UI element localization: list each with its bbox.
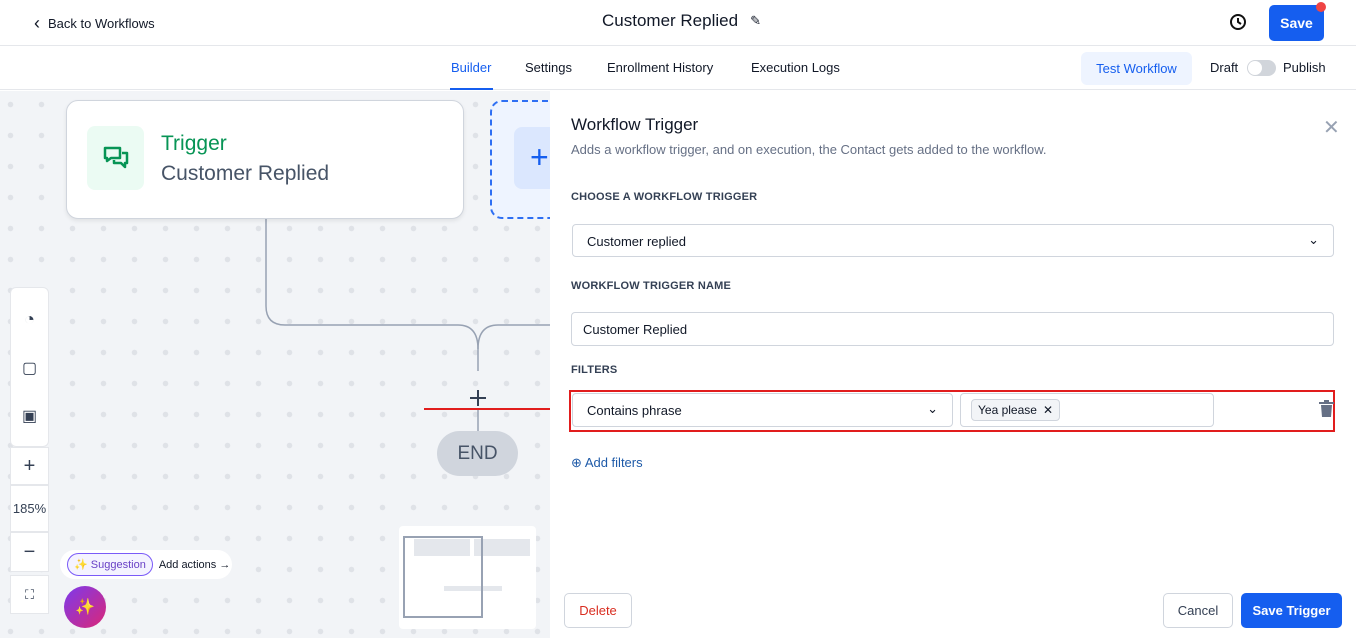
top-bar: ‹ Back to Workflows Customer Replied ✎ Sav…: [0, 0, 1356, 46]
back-label: Back to Workflows: [48, 16, 155, 31]
filter-value-input[interactable]: Yea please ✕: [960, 393, 1214, 427]
add-trigger-node[interactable]: +: [490, 100, 550, 219]
trigger-node[interactable]: Trigger Customer Replied: [66, 100, 464, 219]
panel-title: Workflow Trigger: [571, 115, 698, 135]
history-icon[interactable]: [1228, 12, 1248, 32]
zoom-out-button[interactable]: −: [10, 532, 49, 572]
end-node: END: [437, 431, 518, 476]
suggestion-label: Suggestion: [91, 559, 146, 571]
fit-screen-icon[interactable]: ⛶: [10, 575, 49, 614]
suggestion-pill[interactable]: ✨ Suggestion: [67, 553, 153, 576]
filter-type-value: Contains phrase: [587, 403, 682, 418]
canvas-tools: ◔ ▢ ▣: [10, 287, 49, 447]
filters-label: FILTERS: [571, 364, 617, 376]
minimap[interactable]: [399, 526, 536, 629]
close-icon[interactable]: ✕: [1323, 115, 1340, 140]
unsaved-indicator: [1316, 2, 1326, 12]
zoom-level: 185%: [10, 485, 49, 532]
title-text: Customer Replied: [602, 11, 738, 31]
workflow-title: Customer Replied ✎: [602, 11, 761, 31]
trigger-type-label: CHOOSE A WORKFLOW TRIGGER: [571, 191, 757, 203]
chevron-left-icon: ‹: [34, 13, 40, 34]
ai-assistant-button[interactable]: ✨: [64, 586, 106, 628]
chat-bubbles-icon: [87, 126, 144, 190]
node-title: Trigger: [161, 132, 227, 156]
chip-label: Yea please: [978, 403, 1037, 417]
active-tab-indicator: [450, 88, 493, 90]
filter-chip: Yea please ✕: [971, 399, 1060, 421]
add-filters-label: Add filters: [585, 455, 643, 470]
save-trigger-button[interactable]: Save Trigger: [1241, 593, 1342, 628]
trigger-type-value: Customer replied: [587, 234, 686, 249]
remove-chip-icon[interactable]: ✕: [1043, 403, 1053, 417]
trigger-name-label: WORKFLOW TRIGGER NAME: [571, 280, 731, 292]
plus-circle-icon: ⊕: [571, 455, 582, 470]
test-workflow-button[interactable]: Test Workflow: [1081, 52, 1192, 85]
annotation-arrow: [424, 408, 568, 410]
publish-toggle[interactable]: [1247, 60, 1276, 76]
trigger-type-select[interactable]: Customer replied ⌄: [572, 224, 1334, 257]
plus-icon: +: [514, 127, 550, 189]
tab-bar: Builder Settings Enrollment History Exec…: [0, 46, 1356, 90]
save-button[interactable]: Save: [1269, 5, 1324, 41]
publish-label: Publish: [1283, 60, 1326, 75]
workflow-canvas[interactable]: Trigger Customer Replied + END ◔ ▢ ▣ + 1…: [0, 91, 550, 638]
comment-icon[interactable]: ▢: [22, 358, 37, 378]
tab-execution-logs[interactable]: Execution Logs: [751, 60, 840, 75]
edit-pencil-icon[interactable]: ✎: [750, 13, 761, 29]
suggestion-bar: ✨ Suggestion Add actions →: [60, 550, 232, 579]
add-actions-label: Add actions: [159, 559, 216, 571]
tab-builder[interactable]: Builder: [451, 60, 491, 75]
back-to-workflows-link[interactable]: ‹ Back to Workflows: [34, 13, 155, 34]
trigger-name-input[interactable]: Customer Replied: [571, 312, 1334, 346]
filter-type-select[interactable]: Contains phrase ⌄: [572, 393, 953, 427]
tab-settings[interactable]: Settings: [525, 60, 572, 75]
pie-chart-icon[interactable]: ◔: [24, 309, 35, 330]
tab-enrollment-history[interactable]: Enrollment History: [607, 60, 713, 75]
panel-description: Adds a workflow trigger, and on executio…: [571, 142, 1047, 157]
chevron-down-icon: ⌄: [1308, 232, 1319, 248]
node-subtitle: Customer Replied: [161, 162, 329, 186]
chevron-down-icon: ⌄: [927, 401, 938, 417]
trash-icon[interactable]: [1319, 400, 1334, 422]
workflow-trigger-panel: Workflow Trigger Adds a workflow trigger…: [550, 91, 1356, 638]
add-actions-link[interactable]: Add actions →: [159, 559, 231, 571]
sticky-note-icon[interactable]: ▣: [22, 406, 37, 426]
zoom-in-button[interactable]: +: [10, 447, 49, 485]
cancel-button[interactable]: Cancel: [1163, 593, 1233, 628]
delete-button[interactable]: Delete: [564, 593, 632, 628]
draft-label: Draft: [1210, 60, 1238, 75]
add-filters-link[interactable]: ⊕ Add filters: [571, 455, 643, 471]
